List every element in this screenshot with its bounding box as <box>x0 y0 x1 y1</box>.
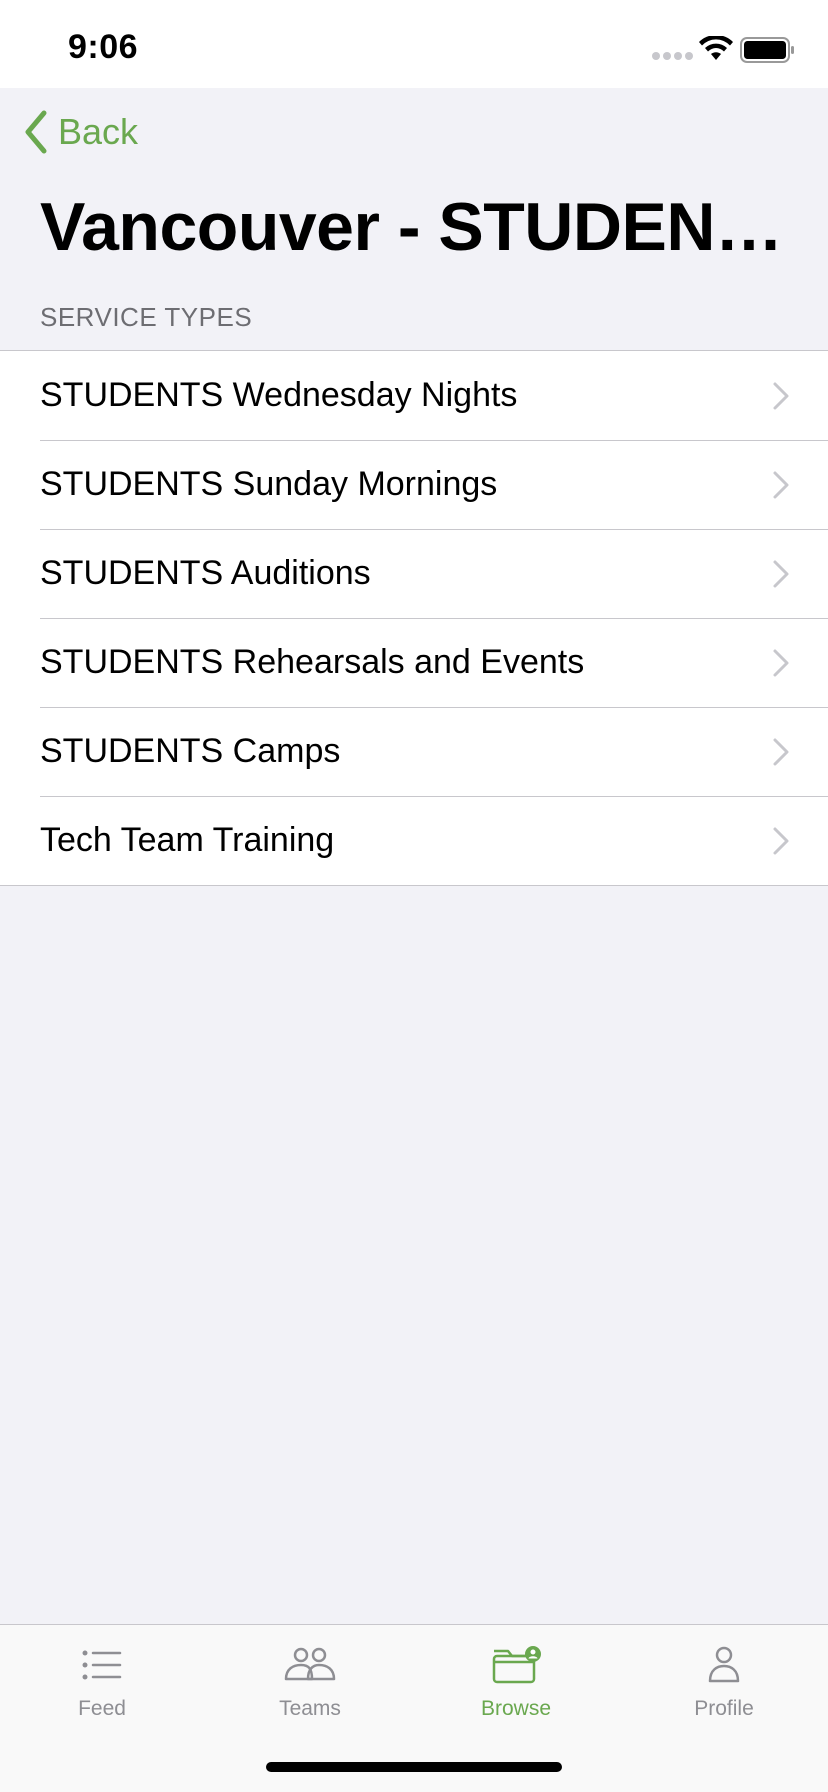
chevron-right-icon <box>773 738 789 766</box>
chevron-right-icon <box>773 382 789 410</box>
people-icon <box>284 1647 336 1681</box>
status-time: 9:06 <box>68 28 139 66</box>
list-item-label: STUDENTS Camps <box>40 732 341 770</box>
list-item-label: STUDENTS Rehearsals and Events <box>40 643 585 681</box>
tab-label: Feed <box>78 1697 126 1720</box>
screen: 9:06 Back Vancouver - STUDENTS SERVICE T… <box>0 0 828 1792</box>
list-item-label: STUDENTS Auditions <box>40 554 371 592</box>
list-item[interactable]: STUDENTS Rehearsals and Events <box>0 618 828 707</box>
section-header: SERVICE TYPES <box>40 302 253 332</box>
tab-label: Profile <box>694 1697 754 1720</box>
tab-label: Teams <box>279 1697 341 1720</box>
tab-label: Browse <box>480 1697 552 1720</box>
list-icon <box>82 1650 122 1680</box>
chevron-right-icon <box>773 827 789 855</box>
back-button[interactable]: Back <box>22 106 138 158</box>
battery-icon <box>740 37 794 63</box>
tab-profile[interactable]: Profile <box>654 1625 794 1735</box>
status-bar: 9:06 <box>0 0 828 88</box>
person-icon <box>708 1646 740 1683</box>
service-types-list: STUDENTS Wednesday Nights STUDENTS Sunda… <box>0 350 828 886</box>
chevron-right-icon <box>773 560 789 588</box>
chevron-right-icon <box>773 649 789 677</box>
chevron-left-icon <box>25 110 47 154</box>
list-item[interactable]: STUDENTS Auditions <box>0 529 828 618</box>
list-item-label: Tech Team Training <box>40 821 335 859</box>
home-indicator <box>266 1762 562 1772</box>
list-item[interactable]: Tech Team Training <box>0 796 828 885</box>
tab-feed[interactable]: Feed <box>32 1625 172 1735</box>
list-item[interactable]: STUDENTS Sunday Mornings <box>0 440 828 529</box>
list-item-label: STUDENTS Wednesday Nights <box>40 376 518 414</box>
list-item-label: STUDENTS Sunday Mornings <box>40 465 498 503</box>
back-label: Back <box>58 111 139 152</box>
folder-person-icon <box>492 1646 541 1684</box>
list-item[interactable]: STUDENTS Camps <box>0 707 828 796</box>
cellular-signal-icon <box>652 52 693 60</box>
tab-browse[interactable]: Browse <box>446 1625 586 1735</box>
list-item[interactable]: STUDENTS Wednesday Nights <box>0 351 828 440</box>
page-title: Vancouver - STUDENTS <box>40 189 800 265</box>
wifi-icon <box>699 36 733 60</box>
tab-teams[interactable]: Teams <box>240 1625 380 1735</box>
chevron-right-icon <box>773 471 789 499</box>
